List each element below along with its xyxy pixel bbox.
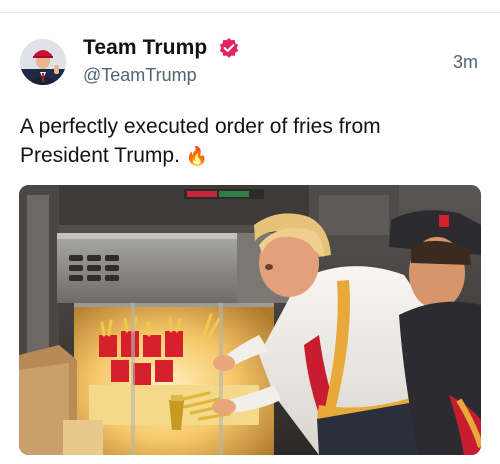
media-photo-illustration bbox=[19, 185, 481, 455]
post-media-photo[interactable] bbox=[19, 185, 481, 455]
author-name[interactable]: Team Trump bbox=[83, 36, 207, 60]
author-handle[interactable]: @TeamTrump bbox=[83, 65, 197, 86]
verified-badge-icon bbox=[219, 38, 239, 58]
avatar[interactable] bbox=[20, 39, 66, 85]
post-text-line-2-words: President Trump. bbox=[20, 144, 180, 167]
avatar-image bbox=[20, 39, 66, 85]
fire-emoji-icon: 🔥 bbox=[185, 146, 209, 166]
post-text-line-2: President Trump. 🔥 bbox=[20, 141, 460, 171]
post-timestamp[interactable]: 3m bbox=[453, 52, 478, 73]
post-text-line-1: A perfectly executed order of fries from bbox=[20, 115, 381, 138]
social-post: Team Trump @TeamTrump 3m A perfectly exe… bbox=[0, 13, 500, 464]
post-text: A perfectly executed order of fries from… bbox=[20, 112, 460, 171]
